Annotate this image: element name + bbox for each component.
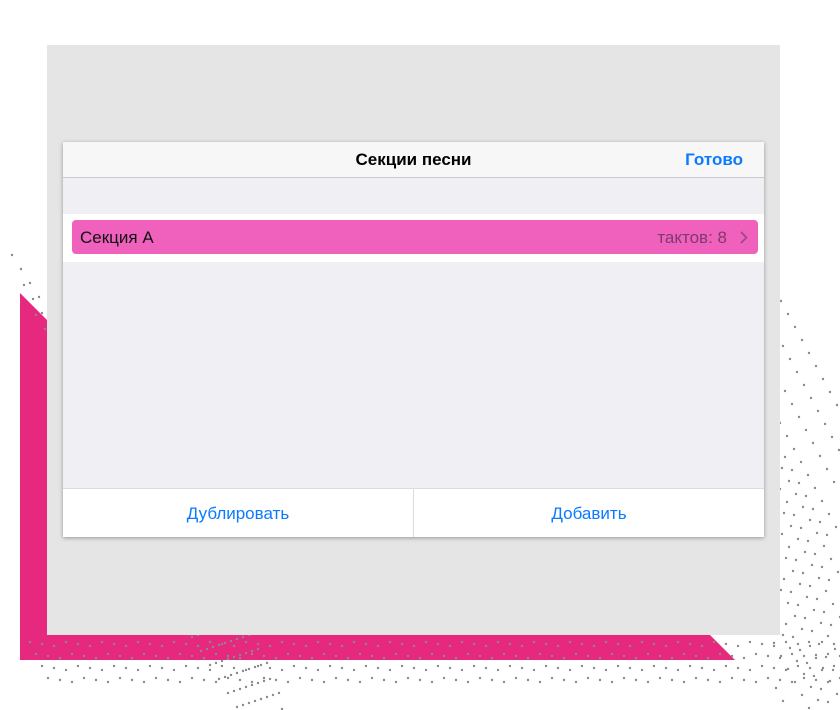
- done-button[interactable]: Готово: [685, 150, 743, 170]
- section-name: Секция А: [80, 228, 154, 247]
- bottom-toolbar: Дублировать Добавить: [63, 488, 764, 537]
- section-bar-count: тактов: 8: [657, 228, 727, 247]
- song-sections-sheet: Секции песни Готово Секция А тактов: 8 Д…: [63, 142, 764, 537]
- section-row[interactable]: Секция А тактов: 8: [72, 220, 758, 254]
- navigation-bar: Секции песни Готово: [63, 142, 764, 178]
- page-title: Секции песни: [355, 150, 472, 169]
- duplicate-button[interactable]: Дублировать: [63, 489, 413, 537]
- chevron-right-icon: [740, 231, 748, 244]
- add-button[interactable]: Добавить: [414, 489, 764, 537]
